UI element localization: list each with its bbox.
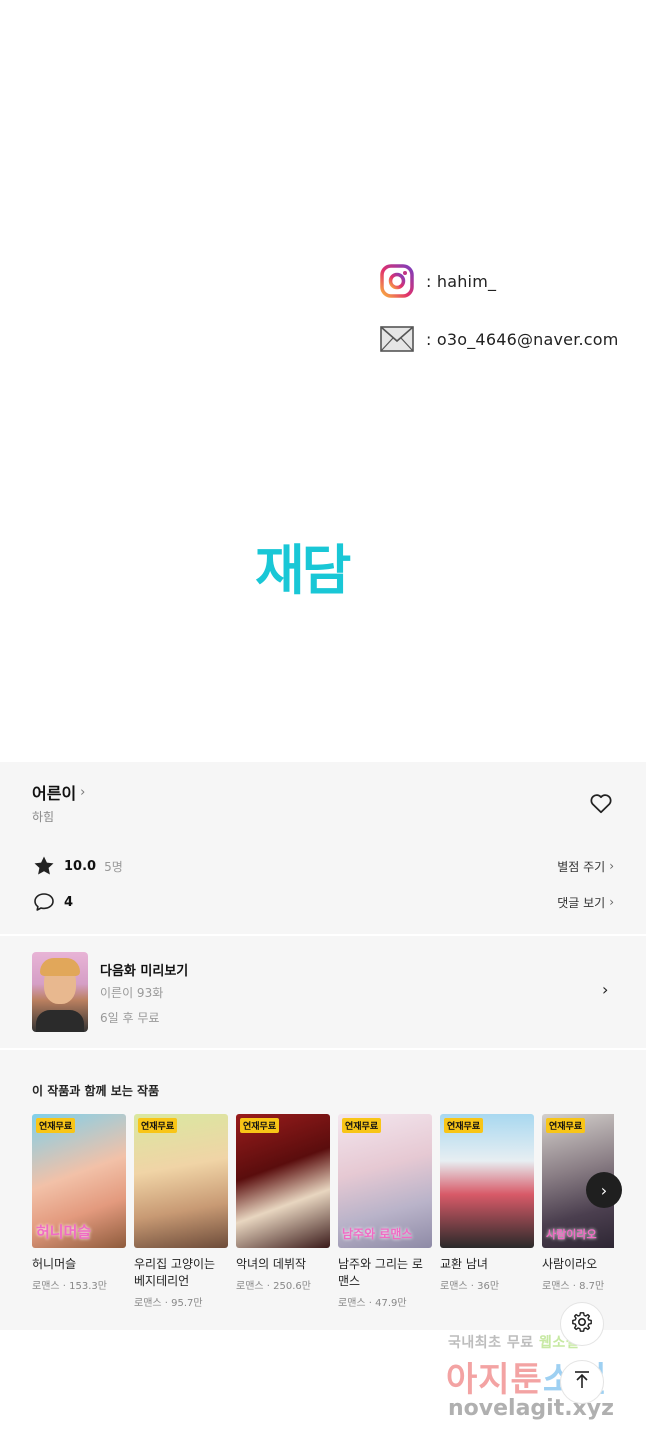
recommendations-section: 이 작품과 함께 보는 작품 연재무료 허니머슬 허니머슬 로맨스 · 153.… [0, 1050, 646, 1330]
comment-bubble-icon [32, 890, 56, 914]
carousel-next-button[interactable]: › [586, 1172, 622, 1208]
free-badge: 연재무료 [36, 1118, 76, 1133]
chevron-right-icon: › [80, 784, 86, 800]
rating-count: 5명 [104, 859, 123, 874]
next-episode-preview[interactable]: 다음화 미리보기 이른이 93화 6일 후 무료 › [0, 936, 646, 1048]
recommendation-card[interactable]: 연재무료 우리집 고양이는 베지테리언 로맨스 · 95.7만 [134, 1114, 228, 1309]
next-episode-thumbnail [32, 952, 88, 1032]
recommendations-title: 이 작품과 함께 보는 작품 [32, 1084, 160, 1098]
recommendation-meta: 로맨스 · 95.7만 [134, 1298, 203, 1309]
recommendation-meta: 로맨스 · 47.9만 [338, 1298, 407, 1309]
recommendation-cover: 연재무료 허니머슬 [32, 1114, 126, 1248]
chevron-right-icon: › [609, 859, 614, 873]
recommendations-carousel: 연재무료 허니머슬 허니머슬 로맨스 · 153.3만 연재무료 우리집 고양이… [32, 1114, 614, 1324]
envelope-icon [380, 322, 414, 356]
watermark-line1: 국내최초 무료 웹소설 [448, 1332, 579, 1352]
recommendation-name: 허니머슬 [32, 1257, 77, 1271]
recommendation-card[interactable]: 연재무료 남주와 로맨스 남주와 그리는 로맨스 로맨스 · 47.9만 [338, 1114, 432, 1309]
cover-title: 사람이라오 [546, 1228, 597, 1241]
publisher-logo: 재담 [255, 539, 351, 602]
gear-icon [570, 1310, 594, 1338]
chevron-right-icon: › [609, 895, 614, 909]
recommendation-name: 사람이라오 [542, 1257, 598, 1271]
recommendation-meta: 로맨스 · 36만 [440, 1281, 500, 1292]
work-title: 어른이 [32, 784, 77, 803]
chevron-right-icon: › [600, 1180, 608, 1200]
next-episode-status: 6일 후 무료 [100, 1011, 160, 1025]
instagram-icon [380, 264, 414, 298]
settings-button[interactable] [560, 1302, 604, 1346]
arrow-up-icon [571, 1369, 593, 1395]
watermark-line1-a: 국내최초 무료 [448, 1335, 540, 1351]
work-title-link[interactable]: 어른이 › [32, 780, 85, 804]
free-badge: 연재무료 [444, 1118, 484, 1133]
email-address: : o3o_4646@naver.com [426, 329, 619, 349]
recommendation-cover: 연재무료 남주와 로맨스 [338, 1114, 432, 1248]
recommendation-card[interactable]: 연재무료 악녀의 데뷔작 로맨스 · 250.6만 [236, 1114, 330, 1292]
scroll-to-top-button[interactable] [560, 1360, 604, 1404]
free-badge: 연재무료 [546, 1118, 586, 1133]
recommendation-card[interactable]: 연재무료 허니머슬 허니머슬 로맨스 · 153.3만 [32, 1114, 126, 1292]
free-badge: 연재무료 [240, 1118, 280, 1133]
view-comments-label: 댓글 보기 [557, 895, 606, 910]
recommendation-meta: 로맨스 · 8.7만 [542, 1281, 605, 1292]
cover-title: 남주와 로맨스 [342, 1227, 413, 1241]
work-info-panel: 어른이 › 하힘 10.0 5명 별점 주기 › 4 댓글 보기 › [0, 762, 646, 934]
favorite-heart-icon[interactable] [588, 790, 614, 816]
rate-button-label: 별점 주기 [557, 859, 606, 874]
cover-title: 허니머슬 [36, 1223, 92, 1241]
recommendation-card[interactable]: 연재무료 교환 남녀 로맨스 · 36만 [440, 1114, 534, 1292]
view-comments-button[interactable]: 댓글 보기 › [557, 894, 614, 911]
recommendation-name: 우리집 고양이는 베지테리언 [134, 1257, 216, 1288]
chevron-right-icon: › [602, 980, 609, 999]
free-badge: 연재무료 [138, 1118, 178, 1133]
recommendation-cover: 연재무료 [236, 1114, 330, 1248]
rating-score: 10.0 [64, 858, 97, 874]
recommendation-name: 남주와 그리는 로맨스 [338, 1257, 423, 1288]
instagram-contact: : hahim_ [380, 264, 496, 298]
rate-button[interactable]: 별점 주기 › [557, 858, 614, 875]
rating-row: 10.0 5명 별점 주기 › [32, 854, 614, 878]
recommendation-meta: 로맨스 · 153.3만 [32, 1281, 107, 1292]
work-author: 하힘 [32, 810, 55, 824]
next-episode-label: 다음화 미리보기 [100, 964, 189, 979]
instagram-handle: : hahim_ [426, 271, 497, 291]
recommendation-name: 교환 남녀 [440, 1257, 488, 1271]
recommendation-cover: 연재무료 [134, 1114, 228, 1248]
next-episode-number: 이른이 93화 [100, 986, 164, 1000]
episode-artwork: : hahim_ : o3o_4646@naver.com 재담 [0, 0, 646, 762]
email-contact: : o3o_4646@naver.com [380, 322, 619, 356]
comment-count: 4 [64, 894, 74, 910]
star-icon [32, 854, 56, 878]
comments-row: 4 댓글 보기 › [32, 890, 614, 914]
free-badge: 연재무료 [342, 1118, 382, 1133]
recommendation-cover: 연재무료 [440, 1114, 534, 1248]
watermark-line2-a: 아지툰 [446, 1360, 543, 1400]
recommendation-name: 악녀의 데뷔작 [236, 1257, 307, 1271]
recommendation-meta: 로맨스 · 250.6만 [236, 1281, 311, 1292]
